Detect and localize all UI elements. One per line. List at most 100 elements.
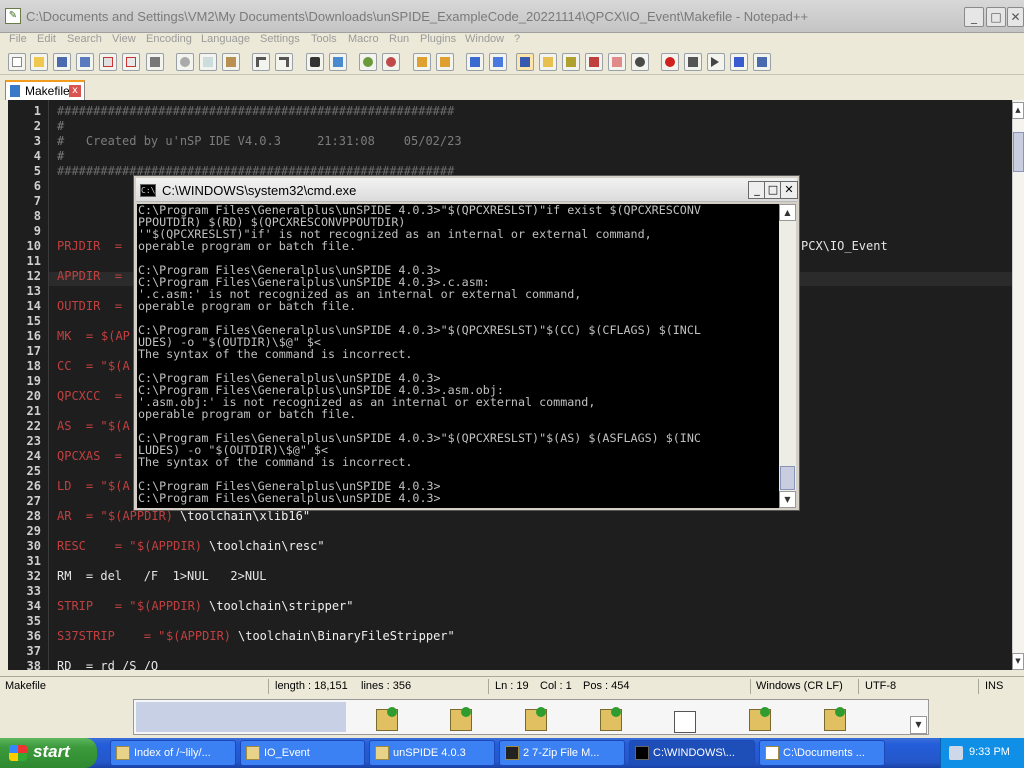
tab-makefile[interactable]: Makefile x — [5, 80, 85, 100]
menu-file[interactable]: File — [9, 33, 27, 45]
user-language-icon[interactable] — [539, 53, 557, 71]
doc-map-icon[interactable] — [562, 53, 580, 71]
document-icon[interactable] — [674, 711, 696, 733]
sync-horizontal-icon[interactable] — [436, 53, 454, 71]
scroll-down-icon[interactable]: ▼ — [1012, 653, 1024, 670]
package-icon[interactable] — [525, 707, 547, 731]
clock[interactable]: 9:33 PM — [969, 746, 1010, 758]
line-number: 26 — [26, 479, 41, 493]
word-wrap-icon[interactable] — [466, 53, 484, 71]
cmd-window[interactable]: C:\ C:\WINDOWS\system32\cmd.exe _ □ ✕ C:… — [133, 175, 800, 511]
tab-close-icon[interactable]: x — [69, 85, 81, 97]
scroll-up-icon[interactable]: ▲ — [779, 204, 796, 221]
windows-logo-icon — [9, 745, 27, 761]
menu-edit[interactable]: Edit — [37, 33, 56, 45]
menu-help[interactable]: ? — [514, 33, 520, 45]
save-icon[interactable] — [53, 53, 71, 71]
code-line: # — [57, 119, 65, 133]
package-icon[interactable] — [450, 707, 472, 731]
close-all-icon[interactable] — [122, 53, 140, 71]
code-line: MK = — [57, 329, 101, 343]
package-icon[interactable] — [600, 707, 622, 731]
macro-record-icon[interactable] — [661, 53, 679, 71]
console-output[interactable]: C:\Program Files\Generalplus\unSPIDE 4.0… — [137, 204, 779, 508]
line-number: 10 — [26, 239, 41, 253]
line-number: 9 — [33, 224, 41, 238]
scroll-thumb[interactable] — [1013, 132, 1024, 172]
macro-play-multiple-icon[interactable] — [730, 53, 748, 71]
taskbar-button-unspide[interactable]: unSPIDE 4.0.3 — [369, 740, 495, 766]
find-icon[interactable] — [306, 53, 324, 71]
status-position: Pos : 454 — [583, 680, 630, 692]
redo-icon[interactable] — [275, 53, 293, 71]
menu-settings[interactable]: Settings — [260, 33, 300, 45]
sync-vertical-icon[interactable] — [413, 53, 431, 71]
package-icon[interactable] — [376, 707, 398, 731]
menu-run[interactable]: Run — [389, 33, 409, 45]
function-list-icon[interactable] — [585, 53, 603, 71]
open-icon[interactable] — [30, 53, 48, 71]
package-icon[interactable] — [749, 707, 771, 731]
package-icon[interactable] — [824, 707, 846, 731]
minimize-button[interactable]: _ — [964, 7, 984, 27]
console-scrollbar[interactable]: ▲ ▼ — [779, 204, 796, 508]
taskbar-button-notepad[interactable]: C:\Documents ... — [759, 740, 885, 766]
close-icon[interactable] — [99, 53, 117, 71]
taskbar-button-cmd[interactable]: C:\WINDOWS\... — [629, 740, 755, 766]
taskbar-button-io-event[interactable]: IO_Event — [240, 740, 365, 766]
notepad-title-bar[interactable]: ✎ C:\Documents and Settings\VM2\My Docum… — [0, 0, 1024, 33]
menu-language[interactable]: Language — [201, 33, 250, 45]
macro-stop-icon[interactable] — [684, 53, 702, 71]
code-line-string: \toolchain\stripper" — [209, 599, 354, 613]
taskbar-button-7zip[interactable]: 2 7-Zip File M... — [499, 740, 625, 766]
start-label: start — [33, 742, 70, 761]
scroll-down-icon[interactable]: ▼ — [779, 491, 796, 508]
menu-search[interactable]: Search — [67, 33, 102, 45]
copy-icon[interactable] — [199, 53, 217, 71]
print-icon[interactable] — [146, 53, 164, 71]
cmd-title-bar[interactable]: C:\ C:\WINDOWS\system32\cmd.exe _ □ ✕ — [136, 178, 798, 202]
notepad-icon — [765, 746, 779, 760]
new-file-icon[interactable] — [8, 53, 26, 71]
cut-icon[interactable] — [176, 53, 194, 71]
scroll-up-icon[interactable]: ▲ — [1012, 102, 1024, 119]
code-line: ########################################… — [57, 104, 455, 118]
undo-icon[interactable] — [252, 53, 270, 71]
monitoring-icon[interactable] — [631, 53, 649, 71]
code-line: AS = " — [57, 419, 108, 433]
menu-plugins[interactable]: Plugins — [420, 33, 456, 45]
menu-tools[interactable]: Tools — [311, 33, 337, 45]
editor-scrollbar[interactable]: ▲ ▼ — [1012, 100, 1024, 670]
paste-icon[interactable] — [222, 53, 240, 71]
indent-guide-icon[interactable] — [516, 53, 534, 71]
macro-play-icon[interactable] — [707, 53, 725, 71]
close-button[interactable]: ✕ — [1007, 7, 1024, 27]
macro-save-icon[interactable] — [753, 53, 771, 71]
folder-icon — [375, 746, 389, 760]
code-line: APPDIR = — [57, 269, 123, 283]
start-button[interactable]: start — [0, 738, 97, 768]
browser-icon — [116, 746, 130, 760]
replace-icon[interactable] — [329, 53, 347, 71]
scroll-thumb[interactable] — [780, 466, 795, 490]
menu-macro[interactable]: Macro — [348, 33, 379, 45]
status-insert-mode: INS — [985, 680, 1004, 692]
menu-window[interactable]: Window — [465, 33, 504, 45]
line-number: 27 — [26, 494, 41, 508]
cmd-close-button[interactable]: ✕ — [780, 181, 798, 199]
menu-view[interactable]: View — [112, 33, 136, 45]
all-characters-icon[interactable] — [489, 53, 507, 71]
status-line: Ln : 19 — [495, 680, 529, 692]
save-all-icon[interactable] — [76, 53, 94, 71]
network-icon[interactable] — [949, 746, 963, 760]
maximize-button[interactable]: □ — [986, 7, 1006, 27]
folder-workspace-icon[interactable] — [608, 53, 626, 71]
zoom-out-icon[interactable] — [382, 53, 400, 71]
code-line-string: \toolchain\BinaryFileStripper" — [238, 629, 455, 643]
taskbar-button-browser[interactable]: Index of /~lily/... — [110, 740, 236, 766]
chevron-down-icon[interactable]: ▼ — [910, 716, 927, 734]
notepad-window-title: C:\Documents and Settings\VM2\My Documen… — [26, 9, 809, 24]
line-number: 22 — [26, 419, 41, 433]
menu-encoding[interactable]: Encoding — [146, 33, 192, 45]
zoom-in-icon[interactable] — [359, 53, 377, 71]
